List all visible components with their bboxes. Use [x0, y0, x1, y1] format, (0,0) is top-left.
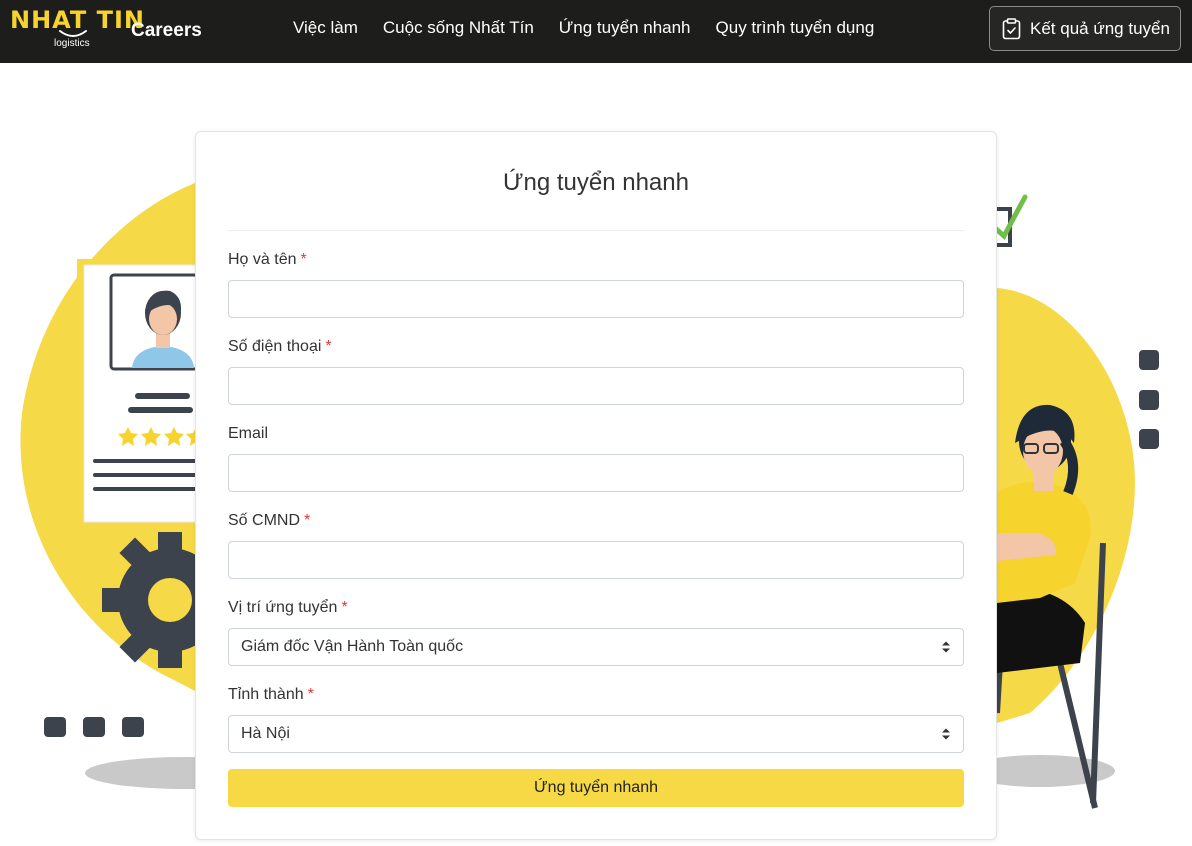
- select-arrows-icon: [942, 728, 950, 740]
- required-mark: *: [300, 251, 307, 268]
- phone-label-text: Số điện thoại: [228, 338, 322, 355]
- email-label: Email: [228, 424, 268, 444]
- id-number-label: Số CMND *: [228, 511, 310, 531]
- decor-dot: [1139, 350, 1159, 370]
- check-mark-illustration: [992, 194, 1028, 247]
- nav-item-jobs[interactable]: Việc làm: [293, 17, 358, 39]
- main-nav: Việc làm Cuộc sống Nhất Tín Ứng tuyển nh…: [293, 17, 899, 39]
- resume-card-illustration: [77, 259, 206, 531]
- title-divider: [228, 230, 964, 231]
- logo-subtitle: logistics: [54, 38, 90, 49]
- quick-apply-form-card: Ứng tuyển nhanh Họ và tên * Số điện thoại…: [195, 131, 997, 840]
- email-input[interactable]: [228, 454, 964, 492]
- decor-dot: [1139, 429, 1159, 449]
- decor-dot: [1139, 390, 1159, 410]
- form-title: Ứng tuyển nhanh: [503, 169, 689, 196]
- decor-dot: [83, 717, 105, 737]
- application-result-label: Kết quả ứng tuyển: [1030, 18, 1170, 38]
- required-mark: *: [341, 599, 348, 616]
- quick-apply-submit-button[interactable]: Ứng tuyển nhanh: [228, 769, 964, 807]
- clipboard-check-icon: [1002, 17, 1021, 39]
- id-number-input[interactable]: [228, 541, 964, 579]
- required-mark: *: [325, 338, 332, 355]
- nav-item-process[interactable]: Quy trình tuyển dụng: [716, 17, 875, 39]
- position-label-text: Vị trí ứng tuyển: [228, 599, 338, 616]
- top-navbar: NHAT TIN logistics Careers Việc làm Cuộc…: [0, 0, 1192, 63]
- email-label-text: Email: [228, 425, 269, 442]
- select-arrows-icon: [942, 641, 950, 653]
- application-result-button[interactable]: Kết quả ứng tuyển: [989, 6, 1181, 51]
- decor-dot: [44, 717, 66, 737]
- id-number-label-text: Số CMND: [228, 512, 301, 529]
- position-selected-value: Giám đốc Vận Hành Toàn quốc: [241, 638, 464, 655]
- province-label-text: Tỉnh thành: [228, 686, 304, 703]
- required-mark: *: [304, 512, 311, 529]
- nav-item-life[interactable]: Cuộc sống Nhất Tín: [383, 17, 534, 39]
- fullname-input[interactable]: [228, 280, 964, 318]
- fullname-label: Họ và tên *: [228, 250, 307, 270]
- province-label: Tỉnh thành *: [228, 685, 314, 705]
- phone-input[interactable]: [228, 367, 964, 405]
- brand-careers[interactable]: Careers: [131, 19, 202, 43]
- nav-item-quick-apply[interactable]: Ứng tuyển nhanh: [559, 17, 691, 39]
- position-label: Vị trí ứng tuyển *: [228, 598, 348, 618]
- province-selected-value: Hà Nội: [241, 725, 290, 742]
- position-select[interactable]: Giám đốc Vận Hành Toàn quốc: [228, 628, 964, 666]
- fullname-label-text: Họ và tên: [228, 251, 297, 268]
- required-mark: *: [307, 686, 314, 703]
- decor-dot: [122, 717, 144, 737]
- nhattin-logo[interactable]: NHAT TIN logistics: [10, 5, 144, 53]
- phone-label: Số điện thoại *: [228, 337, 332, 357]
- province-select[interactable]: Hà Nội: [228, 715, 964, 753]
